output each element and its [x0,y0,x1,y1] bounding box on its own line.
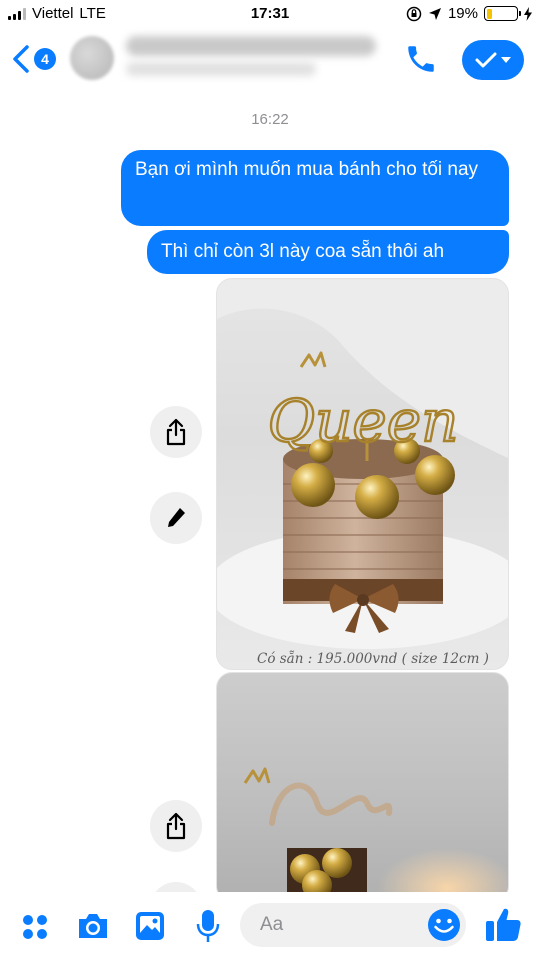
checkmark-button[interactable] [462,40,524,80]
cake-topper-text: Queen [268,387,459,455]
microphone-icon [196,910,220,942]
phone-icon [408,46,434,72]
image-icon [136,912,164,940]
share-button[interactable] [150,406,202,458]
chevron-down-icon [501,57,511,63]
contact-name[interactable] [126,36,376,56]
gallery-button[interactable] [135,911,165,946]
apps-button[interactable] [22,914,48,945]
cake-photo[interactable] [216,672,509,902]
cake-image: Queen [217,279,508,649]
status-icons: 19% [406,5,532,22]
contact-status [126,62,316,76]
checkmark-icon [475,52,497,68]
cake-photo[interactable]: Queen Có sẵn : 195.000vnd ( size 12cm ) [216,278,509,670]
avatar[interactable] [70,36,114,80]
back-chevron-icon [13,45,29,73]
message-bubble[interactable]: Thì chỉ còn 3l này coa sẵn thôi ah [147,230,509,274]
message-composer: Aa [0,892,540,960]
status-bar: Viettel LTE 17:31 19% [0,0,540,28]
back-button[interactable]: 4 [10,44,56,74]
share-icon [166,812,186,840]
thumbs-up-icon [486,908,521,941]
photo-caption: Có sẵn : 195.000vnd ( size 12cm ) [257,651,489,667]
message-timestamp: 16:22 [251,111,289,128]
pen-icon [168,508,185,527]
message-placeholder: Aa [260,914,284,935]
edit-button[interactable] [150,492,202,544]
call-button[interactable] [404,42,438,81]
conversation-header: 4 [0,28,540,94]
message-input[interactable]: Aa [240,903,466,947]
battery-percent: 19% [447,5,478,22]
share-button[interactable] [150,800,202,852]
battery-icon [484,6,521,21]
emoji-icon [428,909,460,941]
camera-button[interactable] [76,911,110,946]
message-bubble[interactable]: Bạn ơi mình muốn mua bánh cho tối nay [121,150,509,226]
apps-icon [23,915,47,939]
unread-badge: 4 [34,48,56,70]
charging-bolt-icon [524,6,532,21]
cake-image [243,767,508,901]
emoji-button[interactable] [426,907,462,948]
location-arrow-icon [428,7,441,20]
camera-icon [79,914,107,938]
voice-button[interactable] [196,909,220,948]
like-button[interactable] [484,905,522,948]
rotation-lock-icon [406,6,422,21]
share-icon [166,418,186,446]
